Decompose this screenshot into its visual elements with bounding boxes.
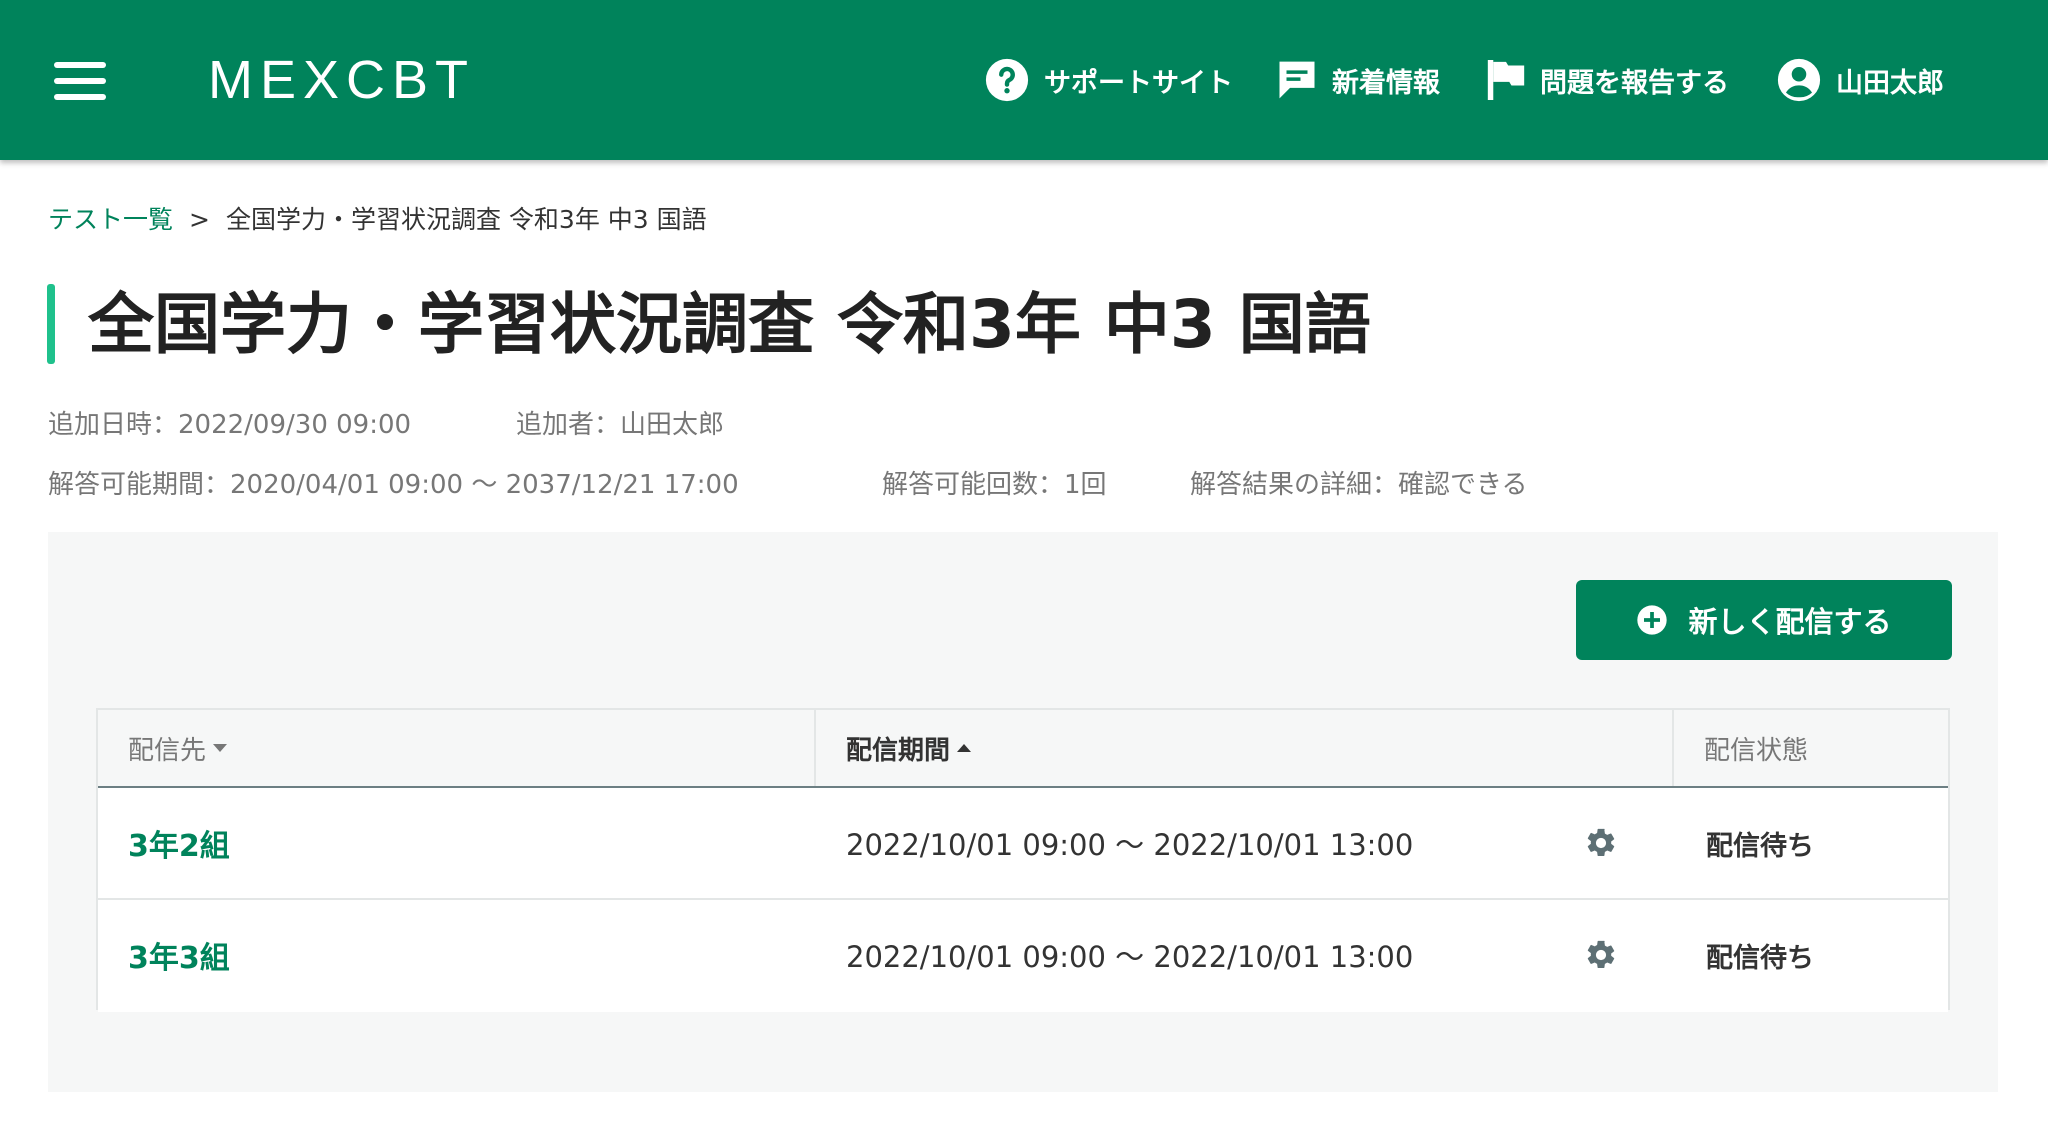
meta-result-detail: 解答結果の詳細：確認できる bbox=[1190, 470, 1528, 500]
report-problem-link[interactable]: 問題を報告する bbox=[1486, 52, 1729, 108]
row-destination-link[interactable]: 3年2組 bbox=[128, 788, 230, 898]
news-link[interactable]: 新着情報 bbox=[1276, 52, 1440, 108]
column-header-period-label: 配信期間 bbox=[846, 735, 951, 766]
meta-added-by: 追加者：山田太郎 bbox=[516, 410, 725, 440]
row-status: 配信待ち bbox=[1706, 830, 1814, 862]
row-destination-link[interactable]: 3年3組 bbox=[128, 900, 230, 1010]
column-header-destination-label: 配信先 bbox=[128, 735, 207, 766]
column-header-period[interactable]: 配信期間 bbox=[816, 710, 1672, 786]
support-site-label: サポートサイト bbox=[1044, 67, 1233, 99]
column-header-status: 配信状態 bbox=[1674, 710, 1948, 786]
title-accent-bar bbox=[47, 284, 55, 364]
news-label: 新着情報 bbox=[1332, 67, 1440, 99]
row-period: 2022/10/01 09:00 〜 2022/10/01 13:00 bbox=[846, 828, 1414, 862]
caret-down-icon bbox=[213, 744, 228, 752]
page-title: 全国学力・学習状況調査 令和3年 中3 国語 bbox=[88, 286, 1371, 363]
flag-icon bbox=[1487, 60, 1525, 100]
table-row: 3年2組 2022/10/01 09:00 〜 2022/10/01 13:00… bbox=[98, 788, 1948, 900]
delivery-table: 配信先 配信期間 配信状態 3年2組 2022/10/01 09:00 〜 20… bbox=[96, 708, 1950, 1012]
breadcrumb-test-list-link[interactable]: テスト一覧 bbox=[48, 205, 173, 234]
user-menu[interactable]: 山田太郎 bbox=[1776, 52, 1944, 108]
row-status: 配信待ち bbox=[1706, 942, 1814, 974]
row-settings-button[interactable] bbox=[1584, 900, 1618, 1010]
help-circle-icon bbox=[985, 58, 1029, 102]
table-header: 配信先 配信期間 配信状態 bbox=[98, 710, 1948, 788]
plus-circle-icon bbox=[1637, 605, 1668, 635]
message-icon bbox=[1279, 61, 1315, 99]
breadcrumb: テスト一覧 > 全国学力・学習状況調査 令和3年 中3 国語 bbox=[48, 200, 707, 240]
new-delivery-label: 新しく配信する bbox=[1688, 605, 1892, 639]
breadcrumb-separator: > bbox=[189, 205, 210, 234]
hamburger-menu-icon[interactable] bbox=[54, 62, 106, 100]
account-circle-icon bbox=[1777, 58, 1821, 102]
app-header: MEXCBT サポートサイト 新着情報 問題を報告する 山田太郎 bbox=[0, 0, 2048, 160]
gear-icon bbox=[1587, 828, 1615, 857]
support-site-link[interactable]: サポートサイト bbox=[984, 52, 1233, 108]
brand-logo[interactable]: MEXCBT bbox=[208, 50, 475, 110]
meta-added-at: 追加日時：2022/09/30 09:00 bbox=[48, 410, 412, 440]
meta-answer-period: 解答可能期間：2020/04/01 09:00 〜 2037/12/21 17:… bbox=[48, 470, 739, 500]
meta-answer-count: 解答可能回数：1回 bbox=[882, 470, 1107, 500]
caret-up-icon bbox=[957, 744, 972, 752]
row-period: 2022/10/01 09:00 〜 2022/10/01 13:00 bbox=[846, 940, 1414, 974]
column-header-destination[interactable]: 配信先 bbox=[98, 710, 814, 786]
user-name: 山田太郎 bbox=[1836, 67, 1944, 99]
report-problem-label: 問題を報告する bbox=[1540, 67, 1729, 99]
breadcrumb-current: 全国学力・学習状況調査 令和3年 中3 国語 bbox=[225, 205, 707, 234]
gear-icon bbox=[1587, 940, 1615, 969]
column-header-status-label: 配信状態 bbox=[1704, 735, 1809, 766]
new-delivery-button[interactable]: 新しく配信する bbox=[1576, 580, 1952, 660]
row-settings-button[interactable] bbox=[1584, 788, 1618, 898]
table-row: 3年3組 2022/10/01 09:00 〜 2022/10/01 13:00… bbox=[98, 900, 1948, 1012]
